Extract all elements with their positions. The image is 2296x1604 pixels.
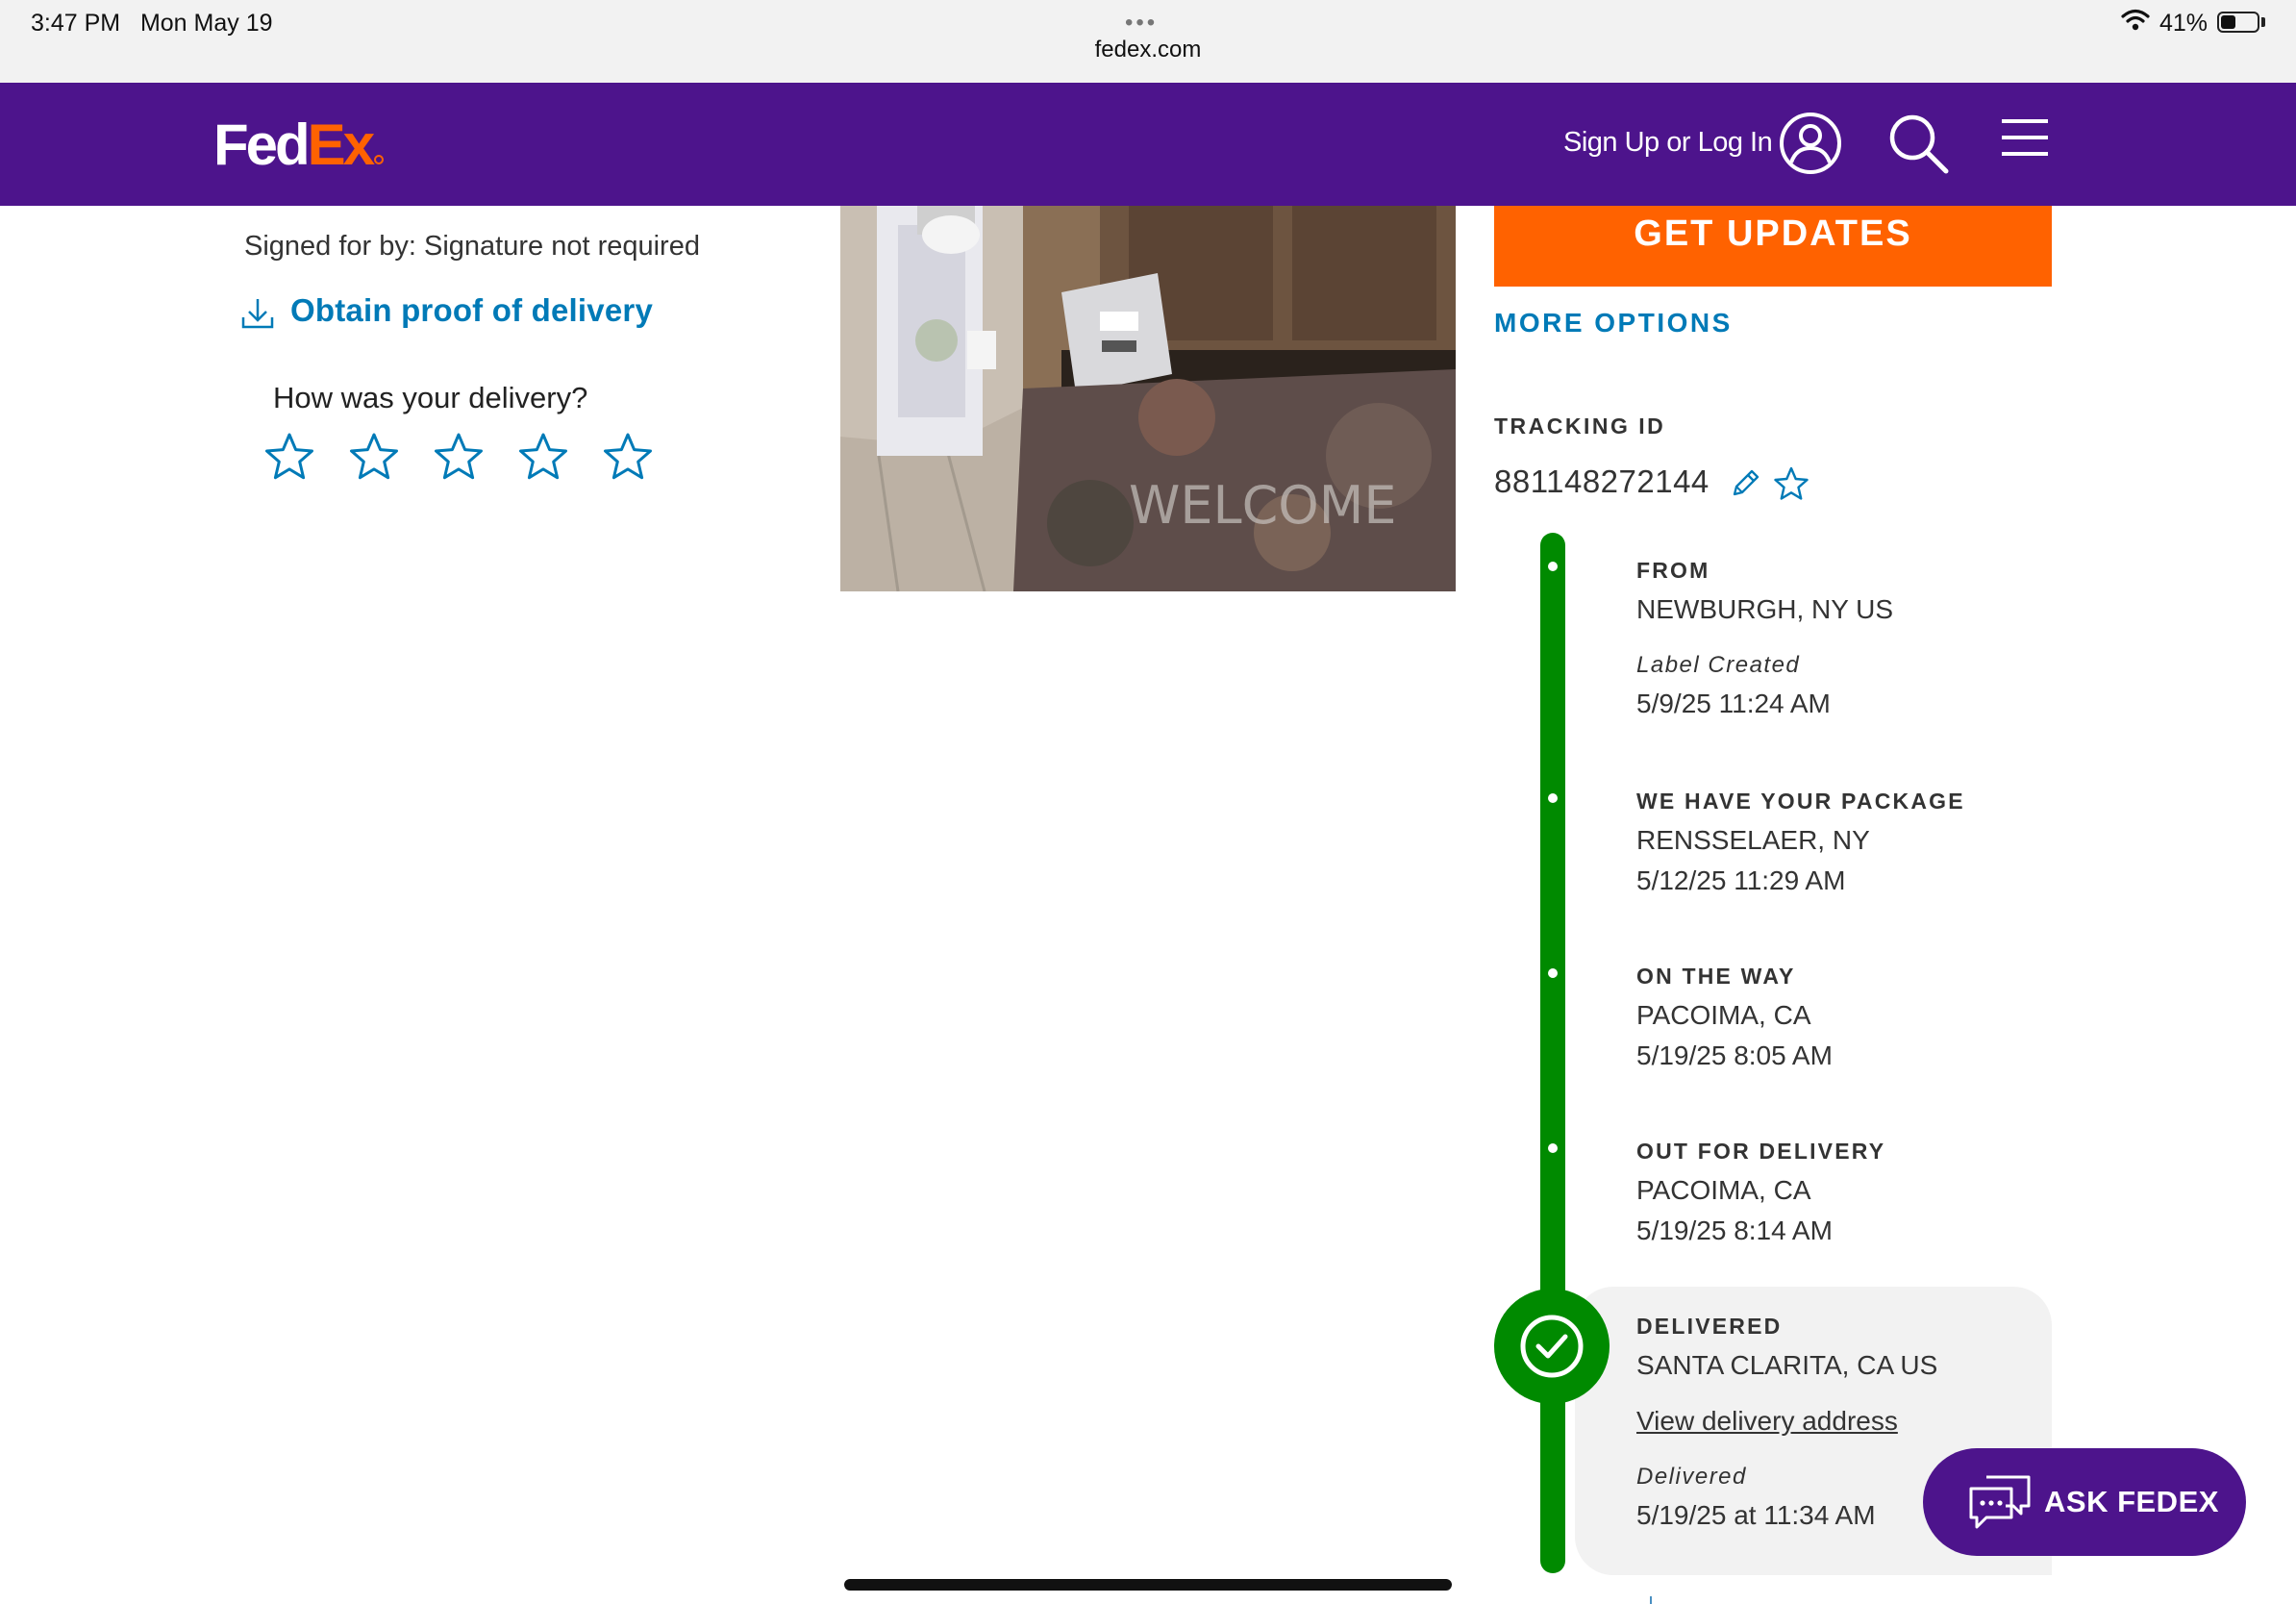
wifi-icon	[2121, 9, 2150, 31]
sign-in-link[interactable]: Sign Up or Log In	[1563, 127, 1773, 159]
svg-text:WELCOME: WELCOME	[1129, 475, 1397, 536]
url-bar[interactable]: fedex.com	[1052, 37, 1244, 63]
view-delivery-address-link[interactable]: View delivery address	[1636, 1406, 1898, 1437]
battery-percent: 41%	[2159, 10, 2209, 37]
rating-star-icon[interactable]	[263, 431, 315, 483]
menu-icon[interactable]	[2000, 115, 2050, 160]
event-title: DELIVERED	[1636, 1314, 1783, 1339]
event-title: ON THE WAY	[1636, 964, 1796, 989]
battery-level	[2221, 15, 2235, 29]
home-indicator[interactable]	[844, 1579, 1452, 1591]
user-icon[interactable]	[1779, 112, 1842, 175]
event-status: Delivered	[1636, 1464, 1747, 1490]
rating-star-icon[interactable]	[517, 431, 569, 483]
progress-dot	[1548, 562, 1558, 571]
event-location: PACOIMA, CA	[1636, 1000, 1811, 1030]
event-time: 5/19/25 at 11:34 AM	[1636, 1500, 1876, 1530]
scroll-marker	[1650, 1596, 1652, 1604]
obtain-proof-link[interactable]: Obtain proof of delivery	[290, 292, 653, 329]
event-location: RENSSELAER, NY	[1636, 825, 1870, 855]
delivered-check-icon	[1494, 1289, 1610, 1404]
battery-tip	[2261, 17, 2265, 27]
progress-dot	[1548, 793, 1558, 803]
download-icon[interactable]	[240, 296, 275, 331]
event-time: 5/19/25 8:05 AM	[1636, 1040, 1833, 1070]
rating-star-icon[interactable]	[348, 431, 400, 483]
signed-for-text: Signed for by: Signature not required	[244, 231, 700, 262]
progress-dot	[1548, 1143, 1558, 1153]
fedex-logo[interactable]: FedEx	[213, 112, 375, 178]
favorite-star-icon[interactable]	[1773, 465, 1809, 502]
more-options-link[interactable]: MORE OPTIONS	[1494, 308, 1733, 338]
battery-icon	[2217, 12, 2259, 33]
progress-rail	[1540, 533, 1565, 1573]
tracking-id-label: TRACKING ID	[1494, 414, 1666, 439]
event-title: OUT FOR DELIVERY	[1636, 1139, 1886, 1164]
event-time: 5/19/25 8:14 AM	[1636, 1216, 1833, 1245]
chat-icon[interactable]	[1967, 1473, 2033, 1531]
search-icon[interactable]	[1886, 112, 1950, 175]
edit-pencil-icon[interactable]	[1729, 467, 1761, 500]
tracking-id-value: 881148272144	[1494, 464, 1710, 499]
rating-prompt: How was your delivery?	[273, 381, 588, 414]
ask-fedex-label[interactable]: ASK FEDEX	[2044, 1485, 2219, 1519]
event-location: NEWBURGH, NY US	[1636, 594, 1894, 624]
registered-mark	[374, 155, 384, 164]
rating-star-icon[interactable]	[433, 431, 485, 483]
event-title: WE HAVE YOUR PACKAGE	[1636, 789, 1965, 814]
progress-dot	[1548, 968, 1558, 978]
event-status: Label Created	[1636, 652, 1801, 678]
status-time: 3:47 PM Mon May 19	[31, 10, 273, 37]
event-time: 5/9/25 11:24 AM	[1636, 689, 1831, 718]
event-location: PACOIMA, CA	[1636, 1175, 1811, 1205]
rating-star-icon[interactable]	[602, 431, 654, 483]
event-location: SANTA CLARITA, CA US	[1636, 1350, 1938, 1380]
get-updates-button[interactable]: GET UPDATES	[1494, 206, 2052, 287]
event-title: FROM	[1636, 558, 1710, 583]
tab-overview-dots-icon[interactable]: •••	[1125, 10, 1158, 37]
event-time: 5/12/25 11:29 AM	[1636, 865, 1846, 895]
delivery-photo: WELCOME	[840, 206, 1456, 591]
